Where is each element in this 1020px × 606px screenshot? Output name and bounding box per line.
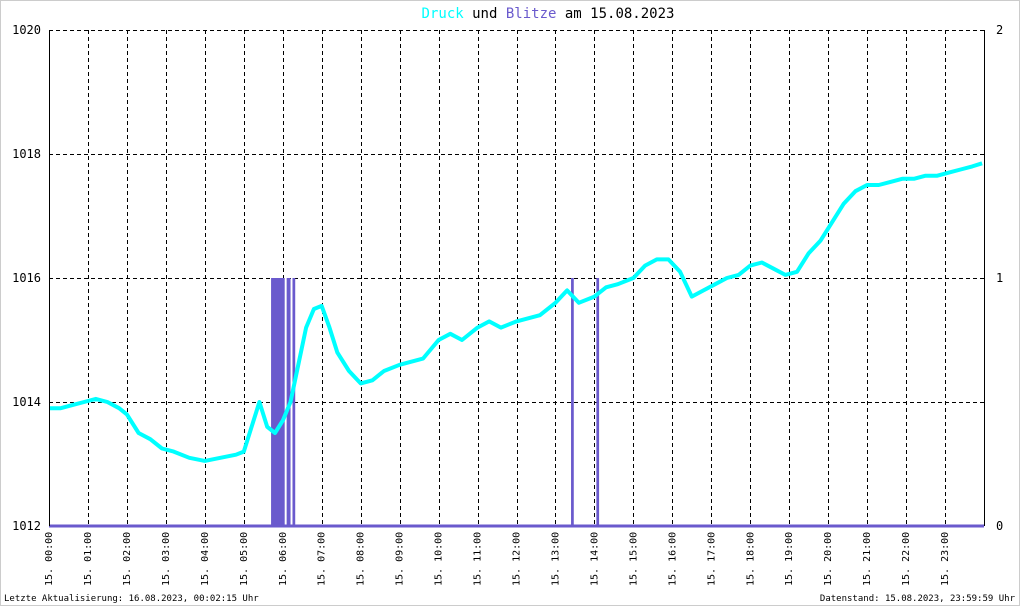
x-tick-12: 15. 12:00 [512,532,523,586]
x-tick-4: 15. 04:00 [200,532,211,586]
y-left-tick-labels: 1012 1014 1016 1018 1020 [12,23,41,533]
x-tick-22: 15. 22:00 [901,532,912,586]
x-tick-20: 15. 20:00 [823,532,834,586]
x-tick-13: 15. 13:00 [550,532,561,586]
y-left-tick-2: 1016 [12,271,41,285]
x-tick-6: 15. 06:00 [278,532,289,586]
chart-title: Druck und Blitze am 15.08.2023 [422,6,675,22]
x-tick-8: 15. 08:00 [356,532,367,586]
x-tick-5: 15. 05:00 [239,532,250,586]
lightning-bar-3 [571,278,574,526]
title-date: am 15.08.2023 [556,6,674,22]
y-left-tick-0: 1012 [12,519,41,533]
x-tick-1: 15. 01:00 [83,532,94,586]
x-tick-7: 15. 07:00 [317,532,328,586]
x-tick-9: 15. 09:00 [395,532,406,586]
y-left-tick-1: 1014 [12,395,41,409]
pressure-line [49,161,983,463]
lightning-bar-0 [271,278,285,526]
x-tick-3: 15. 03:00 [161,532,172,586]
x-tick-11: 15. 11:00 [473,532,484,586]
chart-frame [0,0,1020,606]
footer-last-update: Letzte Aktualisierung: 16.08.2023, 00:02… [4,594,259,604]
y-right-tick-labels: 0 1 2 [996,23,1003,533]
horizontal-grid [49,30,984,527]
title-und: und [464,6,506,22]
x-tick-2: 15. 02:00 [122,532,133,586]
x-tick-18: 15. 18:00 [745,532,756,586]
x-tick-10: 15. 10:00 [434,532,445,586]
x-tick-23: 15. 23:00 [940,532,951,586]
x-tick-21: 15. 21:00 [862,532,873,586]
pressure-series [49,161,983,463]
title-blitze: Blitze [506,6,557,22]
x-tick-0: 15. 00:00 [44,532,55,586]
x-tick-labels: 15. 00:00 15. 01:00 15. 02:00 15. 03:00 15. … [44,532,951,586]
pressure-lightning-chart: Druck und Blitze am 15.08.2023 101210141… [0,0,1020,606]
x-tick-14: 15. 14:00 [589,532,600,586]
x-tick-19: 15. 19:00 [784,532,795,586]
y-right-tick-0: 0 [996,519,1003,533]
x-tick-17: 15. 17:00 [706,532,717,586]
x-tick-16: 15. 16:00 [667,532,678,586]
y-right-tick-1: 1 [996,271,1003,285]
title-druck: Druck [422,6,465,22]
y-left-tick-3: 1018 [12,147,41,161]
y-left-tick-4: 1020 [12,23,41,37]
footer-data-status: Datenstand: 15.08.2023, 23:59:59 Uhr [820,594,1016,604]
lightning-bar-2 [292,278,296,526]
x-tick-15: 15. 15:00 [628,532,639,586]
y-right-tick-2: 2 [996,23,1003,37]
lightning-bar-4 [596,278,600,526]
